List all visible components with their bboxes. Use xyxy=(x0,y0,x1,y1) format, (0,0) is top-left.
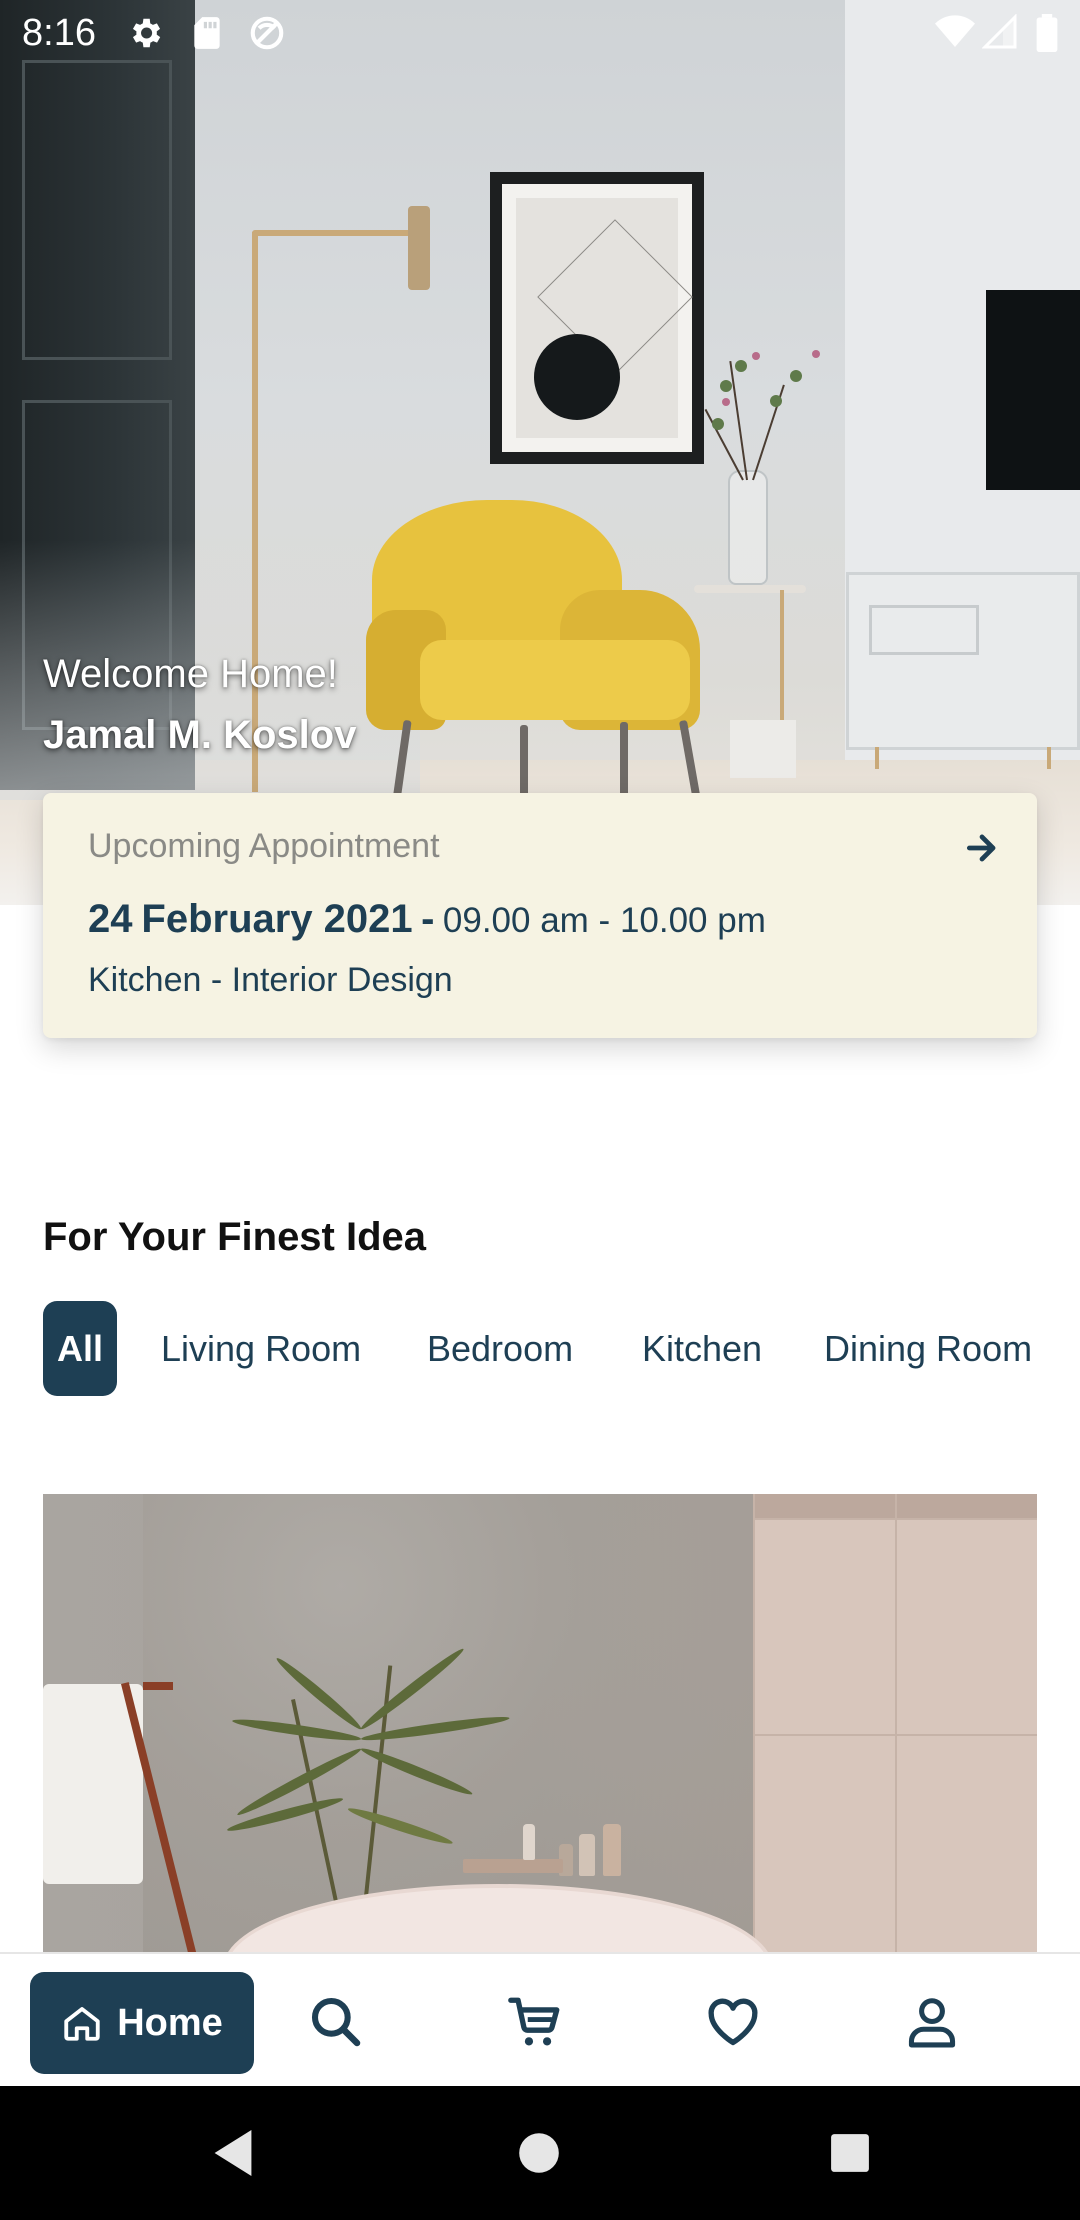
nav-home-label: Home xyxy=(117,2001,223,2044)
appointment-label: Upcoming Appointment xyxy=(88,827,440,865)
nav-favorites-button[interactable] xyxy=(695,1984,771,2060)
profile-icon xyxy=(908,1998,956,2048)
category-kitchen[interactable]: Kitchen xyxy=(642,1301,762,1396)
tv-cabinet xyxy=(846,572,1080,769)
cart-icon xyxy=(508,1997,560,2046)
welcome-text: Welcome Home! xyxy=(43,652,338,696)
wall-art xyxy=(490,172,704,464)
category-all[interactable]: All xyxy=(43,1301,118,1396)
recents-square-icon xyxy=(831,2134,869,2172)
user-name: Jamal M. Koslov xyxy=(43,713,357,757)
sd-card-icon xyxy=(194,17,220,49)
bottom-nav: Home xyxy=(0,1952,1080,2086)
category-tabs: All Living Room Bedroom Kitchen Dining R… xyxy=(43,1301,1037,1396)
feature-image[interactable] xyxy=(43,1494,1037,1954)
appointment-date: 24 February 2021 - 09.00 am - 10.00 pm xyxy=(88,897,766,942)
battery-icon xyxy=(1036,14,1058,52)
category-living-room[interactable]: Living Room xyxy=(161,1301,361,1396)
arrow-right-icon[interactable] xyxy=(963,829,1001,867)
system-back-button[interactable] xyxy=(200,2120,266,2186)
system-home-button[interactable] xyxy=(506,2120,572,2186)
nav-cart-button[interactable] xyxy=(497,1984,573,2060)
search-icon xyxy=(311,1997,361,2047)
floor-lamp xyxy=(252,230,412,236)
back-triangle-icon xyxy=(214,2130,252,2176)
section-title: For Your Finest Idea xyxy=(43,1215,427,1259)
appointment-day: 24 xyxy=(88,897,133,941)
system-recents-button[interactable] xyxy=(817,2120,883,2186)
status-time: 8:16 xyxy=(22,12,96,54)
home-circle-icon xyxy=(519,2133,559,2173)
nav-home-button[interactable]: Home xyxy=(30,1972,254,2074)
appointment-card[interactable]: Upcoming Appointment 24 February 2021 - … xyxy=(43,793,1037,1038)
appointment-hours: 09.00 am - 10.00 pm xyxy=(442,901,766,940)
status-bar: 8:16 xyxy=(0,0,1080,66)
signal-icon xyxy=(982,14,1017,49)
system-navigation-bar xyxy=(0,2086,1080,2220)
gear-icon xyxy=(132,18,161,48)
nav-profile-button[interactable] xyxy=(894,1984,970,2060)
vase xyxy=(728,470,768,585)
wifi-icon xyxy=(935,15,975,47)
date-separator: - xyxy=(421,897,435,941)
heart-icon xyxy=(708,1998,758,2046)
side-table xyxy=(694,585,806,593)
appointment-month: February 2021 xyxy=(141,897,413,941)
nav-search-button[interactable] xyxy=(298,1984,374,2060)
hero-banner: Welcome Home! Jamal M. Koslov xyxy=(0,0,1080,905)
category-dining-room[interactable]: Dining Room xyxy=(824,1301,1032,1396)
no-disturb-icon xyxy=(250,16,284,50)
category-bedroom[interactable]: Bedroom xyxy=(427,1301,573,1396)
tv xyxy=(986,290,1080,490)
appointment-service: Kitchen - Interior Design xyxy=(88,961,453,999)
home-icon xyxy=(64,2007,100,2041)
